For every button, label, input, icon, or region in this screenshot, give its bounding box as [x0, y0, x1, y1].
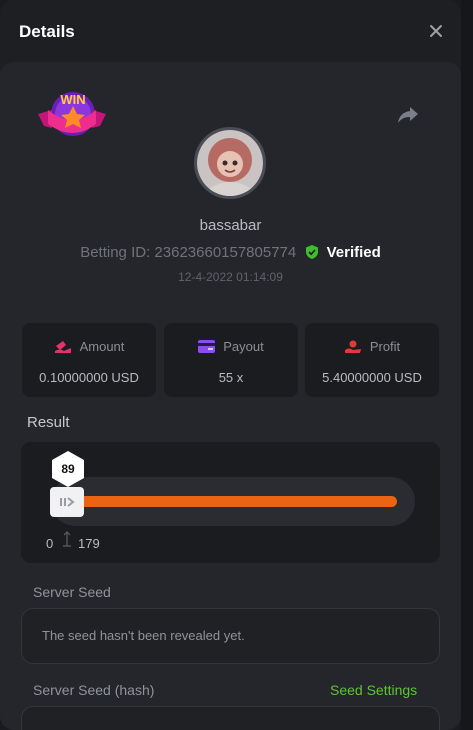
betting-id-label: Betting ID:	[80, 244, 151, 261]
bet-datetime: 12-4-2022 01:14:09	[178, 270, 283, 284]
range-min: 0	[46, 536, 54, 551]
payout-card-icon	[198, 340, 216, 353]
stat-amount-label: Amount	[79, 339, 125, 354]
result-label: Result	[27, 414, 70, 431]
seed-settings-link[interactable]: Seed Settings	[330, 682, 417, 698]
stat-profit: Profit 5.40000000 USD	[305, 323, 439, 397]
stat-profit-label: Profit	[369, 339, 401, 354]
stat-amount-value: 0.10000000 USD	[39, 370, 139, 385]
server-seed-hash-field[interactable]	[21, 706, 440, 730]
range-max: 179	[78, 536, 100, 551]
server-seed-field: The seed hasn't been revealed yet.	[21, 608, 440, 664]
share-arrow-icon	[398, 107, 418, 123]
result-slider-fill	[75, 496, 397, 507]
username: bassabar	[199, 217, 262, 234]
avatar	[194, 127, 266, 199]
details-modal: Details WIN bassabar Betting ID: 2362366…	[0, 0, 461, 730]
modal-title: Details	[19, 22, 75, 41]
betting-id-line: Betting ID: 23623660157805774 Verified	[0, 244, 461, 261]
verified-shield-icon	[306, 245, 319, 259]
result-value: 89	[61, 462, 75, 476]
win-badge: WIN	[36, 88, 108, 144]
stat-profit-value: 5.40000000 USD	[322, 370, 422, 385]
result-slider-handle[interactable]	[50, 487, 84, 517]
server-seed-hash-label: Server Seed (hash)	[33, 682, 155, 698]
verified-label: Verified	[326, 244, 381, 261]
share-button[interactable]	[396, 104, 420, 126]
page-edge	[461, 0, 473, 730]
betting-id-value: 23623660157805774	[154, 244, 297, 261]
stat-amount: Amount 0.10000000 USD	[22, 323, 156, 397]
slider-grip-icon	[60, 497, 75, 507]
win-badge-icon: WIN	[38, 92, 106, 136]
profit-hand-icon	[344, 340, 361, 353]
stat-payout-label: Payout	[223, 339, 264, 354]
range-divider-icon	[63, 531, 71, 547]
stat-payout: Payout 55 x	[164, 323, 298, 397]
server-seed-text: The seed hasn't been revealed yet.	[42, 628, 245, 643]
amount-icon	[54, 340, 71, 353]
win-badge-text: WIN	[60, 92, 85, 107]
stat-payout-value: 55 x	[218, 370, 244, 385]
avatar-image	[197, 130, 263, 196]
close-icon	[430, 25, 442, 37]
server-seed-label: Server Seed	[33, 584, 111, 600]
close-button[interactable]	[425, 20, 447, 42]
